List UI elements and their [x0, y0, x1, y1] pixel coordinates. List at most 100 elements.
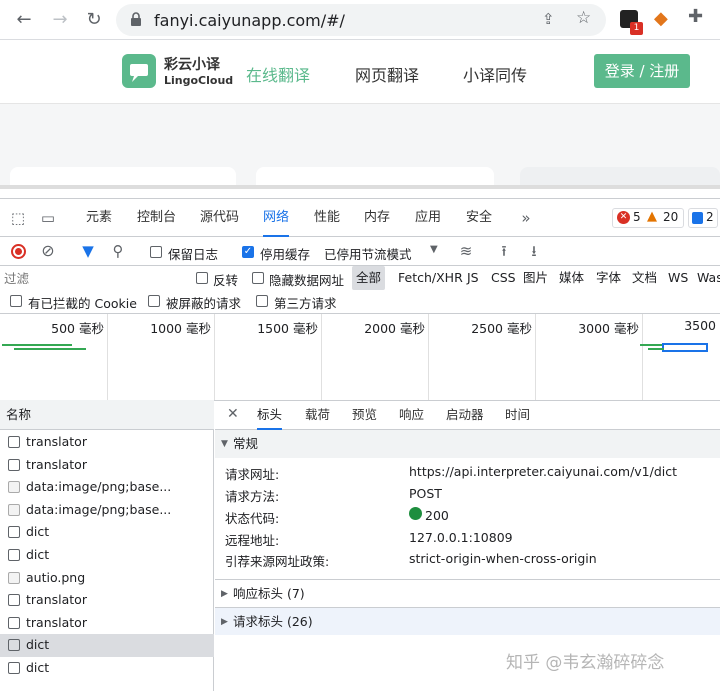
tab-console[interactable]: 控制台: [137, 199, 176, 237]
invert-checkbox[interactable]: [196, 272, 208, 284]
more-tabs-icon[interactable]: »: [514, 204, 538, 232]
type-filter-media[interactable]: 媒体: [559, 266, 584, 290]
type-filter-doc[interactable]: 文档: [632, 266, 657, 290]
chevron-down-icon[interactable]: ▼: [430, 244, 438, 255]
back-icon[interactable]: ←: [10, 6, 38, 34]
request-row[interactable]: data:image/png;base...: [0, 499, 214, 522]
type-filter-js[interactable]: JS: [467, 266, 479, 290]
third-party-checkbox[interactable]: [256, 295, 268, 307]
request-headers-section[interactable]: ▶ 请求标头 (26): [215, 607, 720, 635]
request-row[interactable]: dict: [0, 544, 214, 567]
tab-application[interactable]: 应用: [415, 199, 441, 237]
webpage: 彩云小译 LingoCloud 在线翻译 网页翻译 小译同传 登录 / 注册: [0, 40, 720, 189]
tab-response[interactable]: 响应: [399, 400, 424, 430]
blocked-cookies-checkbox[interactable]: [10, 295, 22, 307]
request-row[interactable]: dict: [0, 634, 214, 657]
disable-cache-checkbox[interactable]: ✓: [242, 246, 254, 258]
invert-label: 反转: [213, 273, 239, 288]
tab-payload[interactable]: 载荷: [305, 400, 330, 430]
type-filter-wasm[interactable]: Was: [697, 266, 720, 290]
import-har-icon[interactable]: ⭱: [492, 237, 516, 265]
address-bar[interactable]: fanyi.caiyunapp.com/#/ ⇪ ☆: [116, 4, 606, 36]
request-row[interactable]: dict: [0, 521, 214, 544]
throttling-select[interactable]: 已停用节流模式: [324, 244, 412, 263]
type-filter-font[interactable]: 字体: [596, 266, 621, 290]
timeline-tick: 2500 毫秒: [471, 321, 532, 336]
type-filter-fetch-xhr[interactable]: Fetch/XHR: [398, 266, 463, 290]
lock-icon: [130, 12, 142, 26]
request-name: dict: [26, 637, 50, 653]
chevron-right-icon: ▶: [221, 589, 228, 599]
tab-timing[interactable]: 时间: [505, 400, 530, 430]
inspect-element-icon[interactable]: ⬚: [6, 204, 30, 232]
preserve-log-checkbox[interactable]: [150, 246, 162, 258]
network-conditions-icon[interactable]: ≋: [454, 237, 478, 265]
tab-memory[interactable]: 内存: [364, 199, 390, 237]
request-url-value: https://api.interpreter.caiyunai.com/v1/…: [409, 464, 678, 479]
response-headers-section[interactable]: ▶ 响应标头 (7): [215, 579, 720, 607]
export-har-icon[interactable]: ⭳: [522, 237, 546, 265]
type-filter-css[interactable]: CSS: [491, 266, 516, 290]
nav-simultaneous[interactable]: 小译同传: [463, 62, 527, 86]
page-scrollbar[interactable]: [0, 185, 720, 189]
type-filter-all[interactable]: 全部: [352, 266, 386, 290]
general-section-header[interactable]: ▼ 常规: [215, 430, 720, 458]
tab-sources[interactable]: 源代码: [200, 199, 239, 237]
tab-performance[interactable]: 性能: [314, 199, 340, 237]
search-icon[interactable]: ⚲: [106, 237, 130, 265]
request-row[interactable]: autio.png: [0, 567, 214, 590]
request-row[interactable]: translator: [0, 589, 214, 612]
request-row[interactable]: translator: [0, 431, 214, 454]
request-row[interactable]: dict: [0, 657, 214, 680]
document-file-icon: [8, 594, 20, 607]
hide-data-urls-checkbox[interactable]: [252, 272, 264, 284]
nav-web-translate[interactable]: 网页翻译: [355, 62, 419, 86]
tab-initiator[interactable]: 启动器: [446, 400, 484, 430]
disable-cache-label: 停用缓存: [260, 247, 311, 262]
issue-counters[interactable]: ✕ 5 ▲ 20: [612, 208, 684, 228]
remote-address-key: 远程地址:: [225, 533, 280, 548]
reload-icon[interactable]: ↻: [80, 6, 108, 34]
device-toolbar-icon[interactable]: ▭: [36, 204, 60, 232]
timeline-bar: [14, 348, 86, 350]
request-row[interactable]: translator: [0, 454, 214, 477]
type-filter-img[interactable]: 图片: [523, 266, 548, 290]
lingocloud-logo-icon[interactable]: [122, 54, 156, 88]
blocked-cookies-label: 有已拦截的 Cookie: [28, 296, 137, 311]
record-icon[interactable]: [11, 244, 26, 259]
request-name: translator: [26, 434, 87, 449]
tab-headers[interactable]: 标头: [257, 400, 283, 430]
type-filter-ws[interactable]: WS: [668, 266, 688, 290]
clear-icon[interactable]: ⊘: [36, 237, 60, 265]
image-file-icon: [8, 571, 20, 584]
forward-icon[interactable]: →: [46, 6, 74, 34]
share-icon[interactable]: ⇪: [542, 10, 555, 28]
tab-preview[interactable]: 预览: [352, 400, 377, 430]
tab-security[interactable]: 安全: [466, 199, 492, 237]
name-column-header[interactable]: 名称: [0, 400, 214, 430]
filter-input[interactable]: [4, 268, 180, 288]
filter-icon[interactable]: ▼: [76, 237, 100, 265]
close-icon[interactable]: ✕: [227, 406, 239, 422]
request-name: data:image/png;base...: [26, 479, 172, 495]
chevron-down-icon: ▼: [221, 439, 228, 449]
timeline-overview[interactable]: 500 毫秒 1000 毫秒 1500 毫秒 2000 毫秒 2500 毫秒 3…: [0, 314, 720, 401]
url-text: fanyi.caiyunapp.com/#/: [154, 11, 345, 30]
timeline-tick: 1000 毫秒: [150, 321, 211, 336]
request-list: 名称 translator translator data:image/png;ba…: [0, 400, 214, 691]
request-name: data:image/png;base...: [26, 501, 172, 517]
document-file-icon: [8, 526, 20, 539]
tab-network[interactable]: 网络: [263, 199, 290, 237]
tab-elements[interactable]: 元素: [86, 199, 112, 237]
login-register-button[interactable]: 登录 / 注册: [594, 54, 690, 88]
status-code-key: 状态代码:: [225, 511, 280, 526]
request-row[interactable]: data:image/png;base...: [0, 476, 214, 499]
star-icon[interactable]: ☆: [576, 8, 591, 28]
blocked-requests-checkbox[interactable]: [148, 295, 160, 307]
timeline-gridline: [535, 314, 536, 400]
request-row[interactable]: translator: [0, 612, 214, 635]
metamask-fox-icon[interactable]: ◆: [654, 8, 668, 29]
info-counter[interactable]: 2: [688, 208, 718, 228]
nav-online-translate[interactable]: 在线翻译: [246, 62, 310, 86]
puzzle-extensions-icon[interactable]: ✚: [688, 6, 703, 27]
